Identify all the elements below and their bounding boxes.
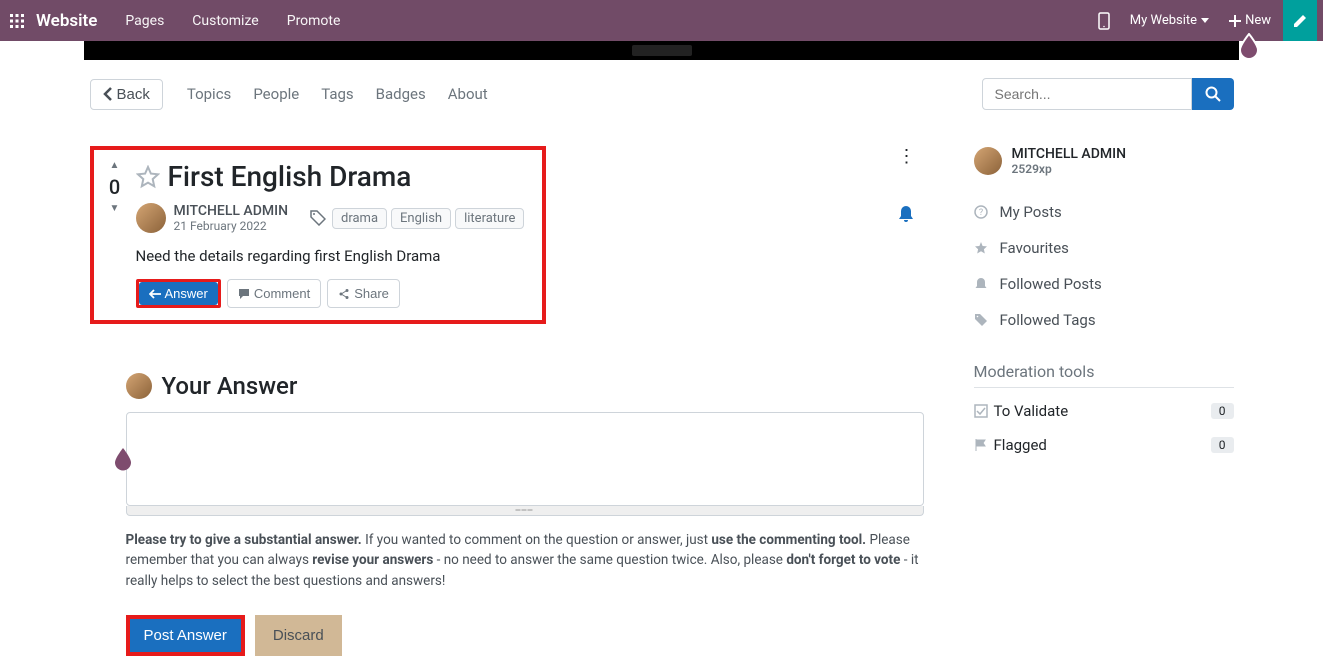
answer-hint: Please try to give a substantial answer.… (126, 530, 924, 591)
hint-s3: revise your answers (312, 552, 433, 568)
comment-button[interactable]: Comment (227, 279, 321, 308)
star-icon (974, 241, 994, 255)
my-website-dropdown[interactable]: My Website (1130, 13, 1213, 28)
favourite-star-icon[interactable] (136, 165, 160, 189)
nav-people[interactable]: People (253, 85, 299, 103)
editor-resize-handle[interactable]: ═══ (126, 506, 924, 516)
sidebar-my-posts[interactable]: ? My Posts (974, 194, 1234, 230)
moderation-tools-heading: Moderation tools (974, 362, 1234, 388)
your-answer-heading: Your Answer (162, 372, 298, 400)
sidebar: MITCHELL ADMIN 2529xp ? My Posts Favourit… (974, 146, 1234, 462)
brand[interactable]: Website (36, 11, 97, 31)
sidebar-favourites[interactable]: Favourites (974, 230, 1234, 266)
downvote-icon[interactable]: ▼ (100, 203, 130, 214)
my-website-label: My Website (1130, 13, 1197, 28)
question-card: ▲ 0 ▼ First English Drama MITCHELL A (90, 146, 546, 324)
answer-label: Answer (165, 286, 208, 301)
sidebar-avatar[interactable] (974, 147, 1002, 175)
tag-drama[interactable]: drama (332, 208, 387, 229)
share-label: Share (354, 286, 389, 301)
back-label: Back (117, 86, 150, 103)
sidebar-profile-xp: 2529xp (1012, 162, 1127, 176)
bell-icon[interactable] (898, 205, 916, 223)
search-input[interactable] (982, 78, 1192, 110)
sidebar-followed-posts[interactable]: Followed Posts (974, 266, 1234, 302)
tags-icon (974, 313, 994, 327)
hint-m3: - no need to answer the same question tw… (433, 552, 786, 568)
tag-english[interactable]: English (391, 208, 451, 229)
my-posts-label: My Posts (1000, 203, 1062, 221)
mod-flagged[interactable]: Flagged 0 (974, 428, 1234, 462)
back-button[interactable]: Back (90, 79, 163, 110)
favourites-label: Favourites (1000, 239, 1069, 257)
upvote-icon[interactable]: ▲ (100, 160, 130, 171)
subnav: Back Topics People Tags Badges About (90, 60, 1234, 110)
hint-s1: Please try to give a substantial answer. (126, 532, 362, 548)
nav-about[interactable]: About (448, 85, 488, 103)
mod-to-validate[interactable]: To Validate 0 (974, 394, 1234, 428)
sidebar-followed-tags[interactable]: Followed Tags (974, 302, 1234, 338)
bell-small-icon (974, 277, 994, 291)
flag-icon (974, 438, 988, 452)
new-button[interactable]: New (1229, 13, 1271, 28)
preview-notch (84, 41, 1239, 60)
droplet-icon (1238, 33, 1260, 59)
editor-droplet-icon (113, 447, 133, 471)
apps-icon[interactable] (6, 12, 24, 30)
post-date: 21 February 2022 (174, 219, 289, 233)
share-button[interactable]: Share (327, 279, 400, 308)
to-validate-count: 0 (1211, 403, 1234, 419)
question-title: First English Drama (168, 160, 412, 193)
nav-tags[interactable]: Tags (321, 85, 353, 103)
discard-button[interactable]: Discard (255, 615, 342, 656)
followed-tags-label: Followed Tags (1000, 311, 1096, 329)
new-label: New (1245, 13, 1271, 28)
nav-topics[interactable]: Topics (187, 85, 231, 103)
hint-s2: use the commenting tool. (711, 532, 866, 548)
question-mark-icon: ? (974, 205, 994, 219)
to-validate-label: To Validate (994, 402, 1069, 420)
menu-customize[interactable]: Customize (192, 13, 258, 29)
flagged-label: Flagged (994, 436, 1047, 454)
svg-text:?: ? (978, 208, 982, 218)
comment-label: Comment (254, 286, 310, 301)
menu-promote[interactable]: Promote (287, 13, 341, 29)
mobile-preview-icon[interactable] (1098, 12, 1114, 30)
answer-author-avatar (126, 373, 152, 399)
edit-button[interactable] (1283, 0, 1317, 41)
vote-score: 0 (100, 175, 130, 199)
question-body: Need the details regarding first English… (136, 247, 532, 265)
sidebar-profile-name[interactable]: MITCHELL ADMIN (1012, 146, 1127, 162)
menu-pages[interactable]: Pages (125, 13, 164, 29)
more-menu-icon[interactable]: ⋮ (898, 146, 916, 167)
topbar: Website Pages Customize Promote My Websi… (0, 0, 1323, 41)
followed-posts-label: Followed Posts (1000, 275, 1102, 293)
answer-button[interactable]: Answer (139, 282, 218, 305)
flagged-count: 0 (1211, 437, 1234, 453)
search-button[interactable] (1192, 78, 1234, 110)
post-answer-button[interactable]: Post Answer (130, 619, 241, 652)
check-square-icon (974, 404, 988, 418)
tag-icon (310, 210, 326, 226)
hint-m1: If you wanted to comment on the question… (362, 532, 712, 548)
tag-literature[interactable]: literature (455, 208, 524, 229)
author-name[interactable]: MITCHELL ADMIN (174, 203, 289, 219)
author-avatar[interactable] (136, 203, 166, 233)
hint-s4: don't forget to vote (786, 552, 900, 568)
answer-editor[interactable] (126, 412, 924, 506)
nav-badges[interactable]: Badges (376, 85, 426, 103)
